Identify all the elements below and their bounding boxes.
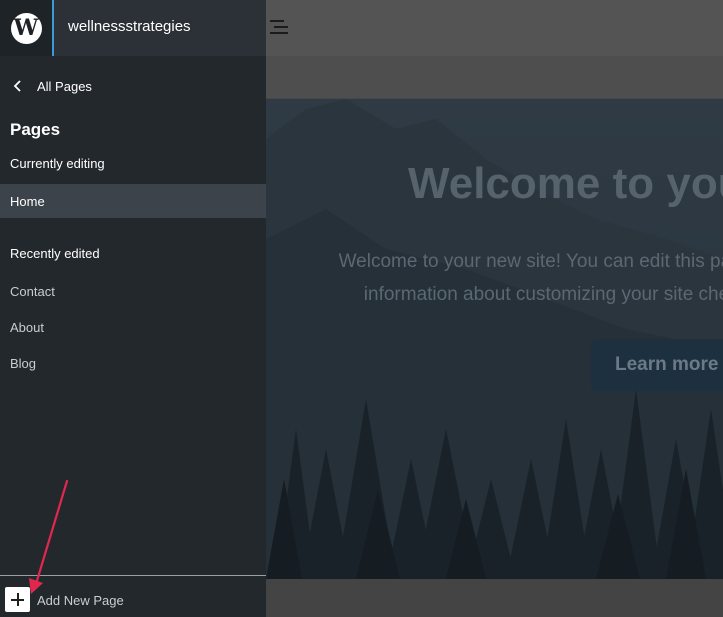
page-title: Pages	[10, 120, 61, 139]
plus-icon[interactable]	[5, 587, 30, 612]
page-item-about[interactable]: About	[0, 310, 266, 344]
site-name[interactable]: wellnessstrategies	[68, 18, 191, 35]
hero-text: Welcome to your new site! You can edit t…	[296, 245, 723, 311]
site-preview-canvas[interactable]: Welcome to you Welcome to your new site!…	[266, 99, 723, 579]
recently-edited-label: Recently edited	[10, 246, 100, 261]
learn-more-button[interactable]: Learn more	[591, 339, 723, 391]
add-new-page-button[interactable]: Add New Page	[0, 585, 266, 615]
back-link-label: All Pages	[37, 78, 92, 94]
canvas-footer-area	[266, 579, 723, 617]
page-item-blog[interactable]: Blog	[0, 346, 266, 380]
currently-editing-label: Currently editing	[10, 156, 105, 171]
sidebar-footer-divider	[0, 575, 266, 576]
hero-title: Welcome to you	[408, 159, 723, 208]
site-editor-sidebar: W wellnessstrategies All Pages Pages Cur…	[0, 0, 266, 617]
list-view-icon[interactable]	[270, 18, 290, 36]
add-new-page-label: Add New Page	[37, 593, 124, 608]
page-item-contact[interactable]: Contact	[0, 274, 266, 308]
wordpress-logo-icon[interactable]: W	[0, 0, 54, 56]
chevron-left-icon	[13, 80, 21, 92]
hero-text-line: Welcome to your new site! You can edit t…	[338, 251, 723, 272]
page-item-home[interactable]: Home	[0, 184, 266, 218]
hero-text-line: information about customizing your site …	[363, 284, 723, 305]
site-header: W wellnessstrategies	[0, 0, 266, 56]
all-pages-back-link[interactable]: All Pages	[10, 78, 92, 94]
